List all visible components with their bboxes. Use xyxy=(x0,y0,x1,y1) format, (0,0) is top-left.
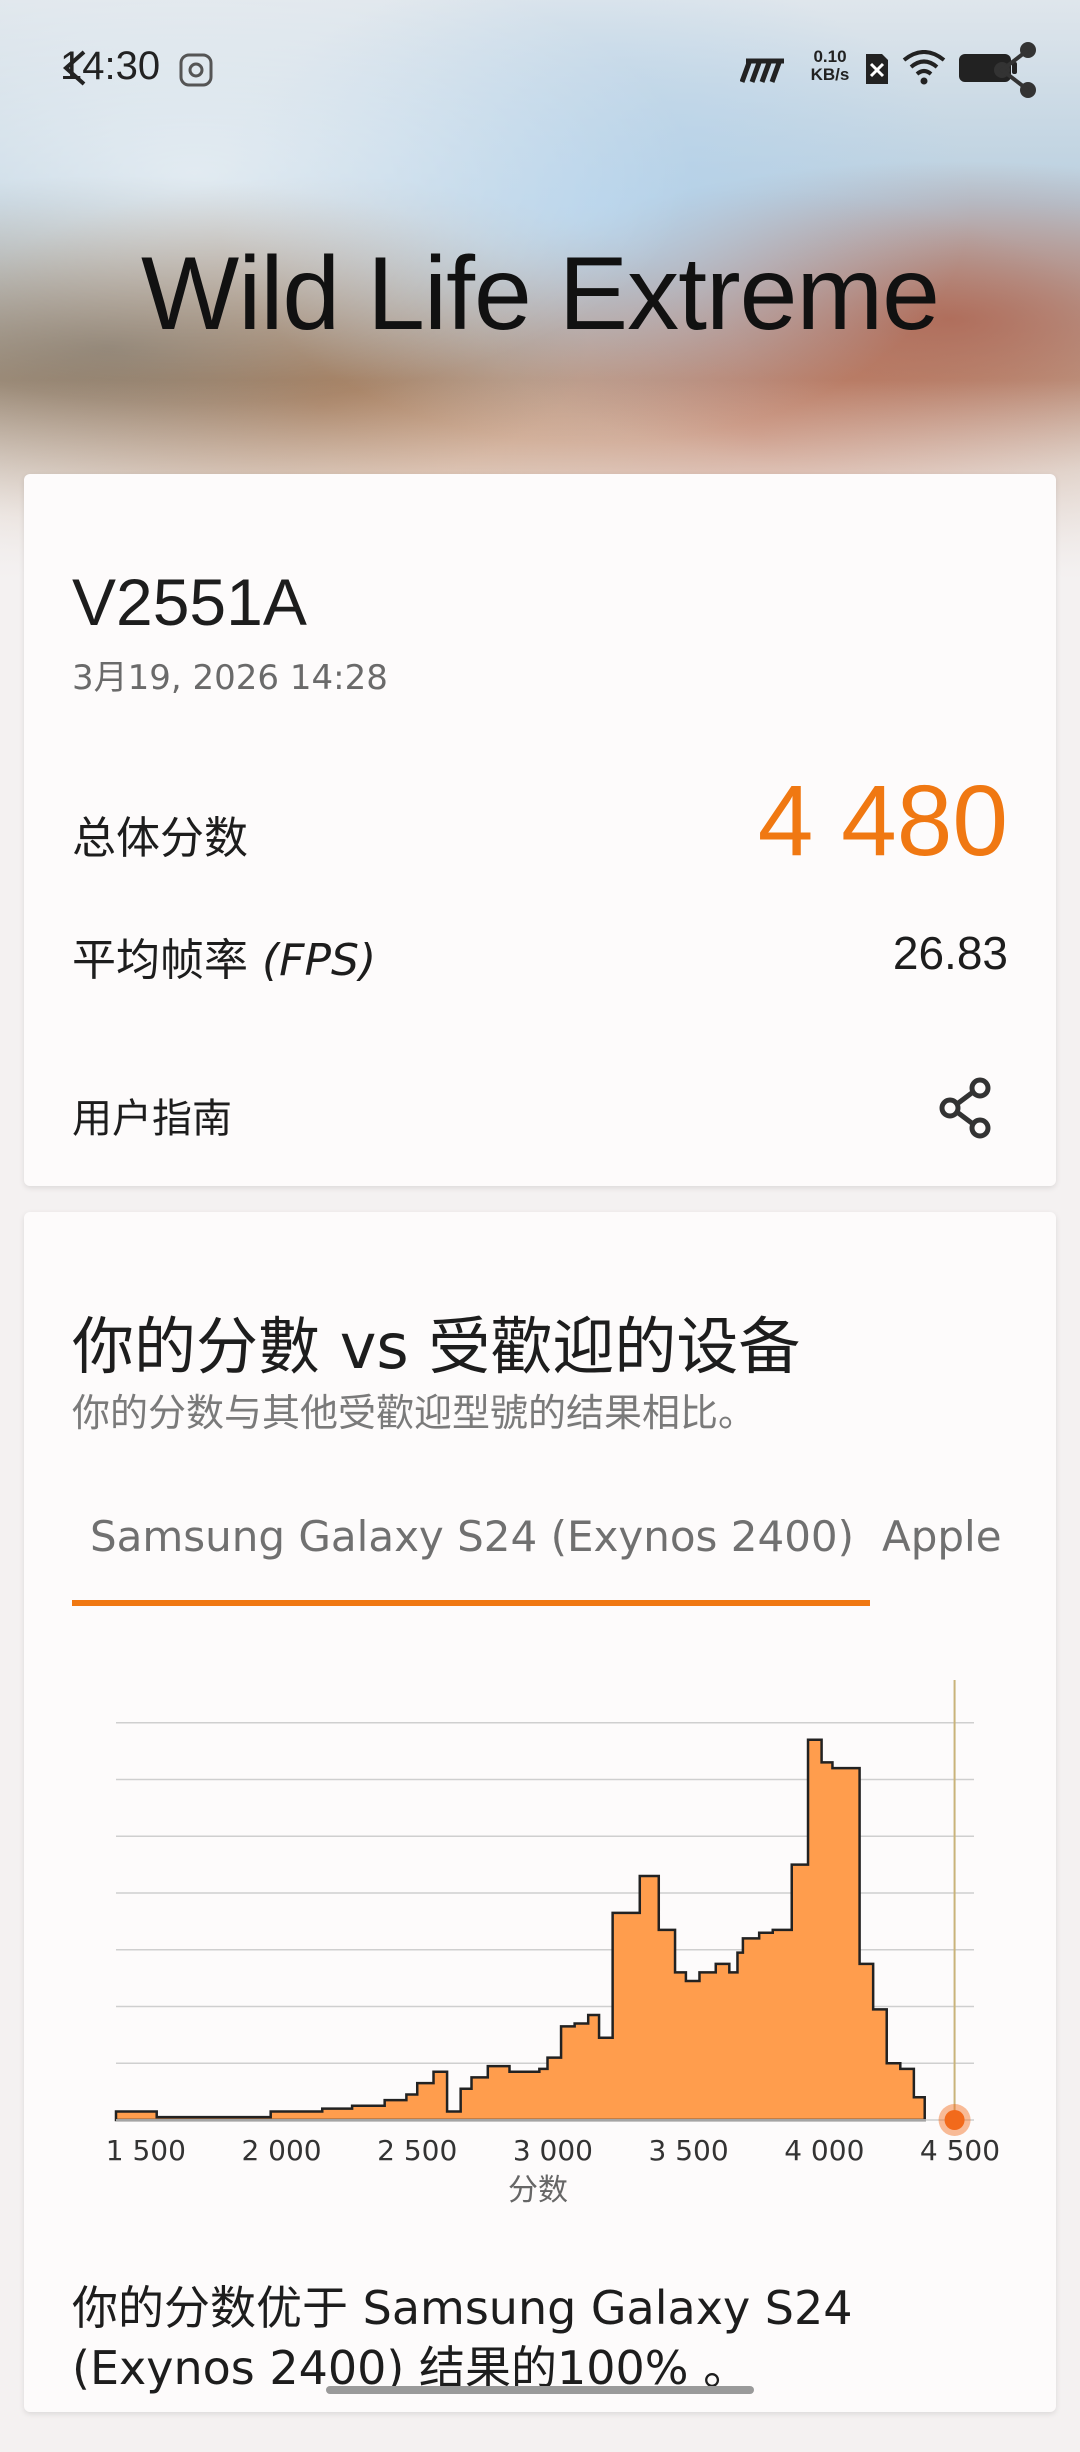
tab-samsung-galaxy-s24[interactable]: Samsung Galaxy S24 (Exynos 2400) xyxy=(72,1512,872,1561)
network-speed: 0.10 KB/s xyxy=(800,48,860,84)
your-score-marker xyxy=(944,2110,965,2130)
home-indicator[interactable] xyxy=(326,2386,754,2394)
average-fps-value: 26.83 xyxy=(892,927,1008,979)
result-card: V2551A 3月19, 2026 14:28 总体分数 4 480 平均帧率 … xyxy=(24,474,1056,1186)
comparison-verdict: 你的分数优于 Samsung Galaxy S24 (Exynos 2400) … xyxy=(72,2281,853,2395)
x-tick-label: 3 000 xyxy=(513,2134,593,2167)
benchmark-title: Wild Life Extreme xyxy=(141,236,940,352)
wifi-icon xyxy=(902,50,946,85)
share-icon[interactable] xyxy=(990,40,1040,100)
comparison-subtitle: 你的分数与其他受歡迎型號的结果相比。 xyxy=(72,1391,757,1435)
overall-score-label: 总体分数 xyxy=(72,813,248,864)
share-icon[interactable] xyxy=(936,1076,996,1140)
x-tick-label: 1 500 xyxy=(106,2134,186,2167)
network-speed-unit: KB/s xyxy=(810,65,850,84)
status-time: 14:30 xyxy=(60,44,161,88)
network-speed-value: 0.10 xyxy=(813,47,847,66)
fps-label-text: 平均帧率 xyxy=(72,935,248,986)
fps-label-unit: (FPS) xyxy=(262,935,377,986)
average-fps-label: 平均帧率 (FPS) xyxy=(72,924,376,988)
x-tick-label: 2 000 xyxy=(241,2134,321,2167)
overall-score-value: 4 480 xyxy=(757,765,1008,877)
status-bar: 14:30 0.10 KB/s xyxy=(0,0,1080,140)
tab-apple[interactable]: Apple xyxy=(882,1512,1002,1561)
x-tick-label: 2 500 xyxy=(377,2134,457,2167)
comparison-card: 你的分數 vs 受歡迎的设备 你的分数与其他受歡迎型號的结果相比。 Samsun… xyxy=(24,1212,1056,2412)
x-tick-label: 4 000 xyxy=(784,2134,864,2167)
x-axis-label: 分数 xyxy=(508,2173,568,2208)
x-tick-label: 3 500 xyxy=(649,2134,729,2167)
no-sim-icon xyxy=(866,54,888,84)
user-guide-link[interactable]: 用户指南 xyxy=(72,1086,232,1144)
result-date: 3月19, 2026 14:28 xyxy=(72,658,388,698)
x-tick-label: 4 500 xyxy=(920,2134,1000,2167)
mi-logo-icon xyxy=(740,58,784,83)
gear-icon xyxy=(179,53,213,87)
device-name: V2551A xyxy=(72,565,307,639)
active-tab-indicator xyxy=(72,1600,870,1606)
comparison-title: 你的分數 vs 受歡迎的设备 xyxy=(72,1310,801,1383)
